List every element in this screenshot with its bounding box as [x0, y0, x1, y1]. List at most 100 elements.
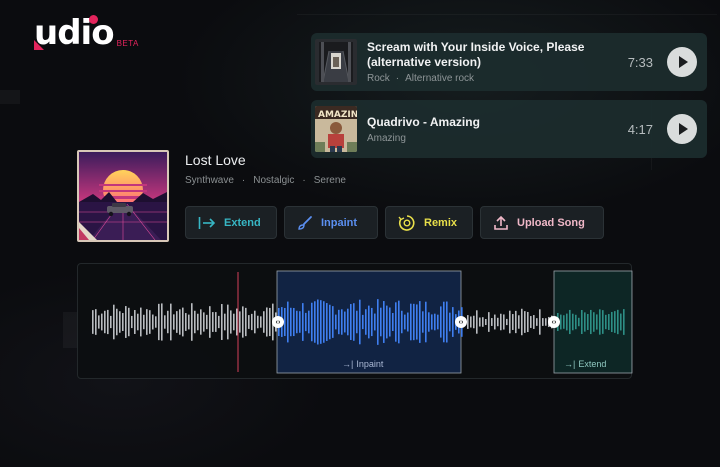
waveform-bar: [329, 304, 331, 340]
waveform-bar: [605, 314, 607, 330]
song-duration: 4:17: [627, 121, 653, 137]
album-art: AMAZING: [315, 106, 357, 152]
upload-song-button[interactable]: Upload Song: [480, 206, 604, 239]
waveform-bar: [101, 313, 103, 331]
track-title[interactable]: Lost Love: [185, 152, 246, 168]
inpaint-start-handle[interactable]: ‹›: [272, 316, 284, 328]
waveform-bar: [176, 311, 178, 333]
waveform-bar: [242, 306, 244, 338]
waveform-bar: [620, 313, 622, 331]
track-tags: Synthwave · Nostalgic · Serene: [185, 175, 346, 186]
inpaint-label: Inpaint: [321, 216, 358, 229]
waveform-bar: [413, 303, 415, 341]
album-art: [315, 39, 357, 85]
song-tags: Rock · Alternative rock: [367, 73, 605, 84]
tag[interactable]: Amazing: [367, 133, 406, 144]
waveform-bar: [485, 318, 487, 326]
waveform-bar: [167, 310, 169, 334]
track-cover-art: [77, 150, 169, 242]
waveform-bar: [308, 310, 310, 334]
waveform-bar: [284, 307, 286, 337]
waveform-bar: [566, 313, 568, 331]
song-title[interactable]: Scream with Your Inside Voice, Please (a…: [367, 40, 605, 70]
song-info: Scream with Your Inside Voice, Please (a…: [367, 40, 605, 84]
extend-arrow-icon: →|: [342, 359, 354, 369]
waveform-bar: [119, 311, 121, 333]
waveform-bar: [563, 315, 565, 329]
beta-badge: BETA: [116, 39, 139, 48]
waveform-bar: [533, 315, 535, 329]
waveform-bar: [509, 310, 511, 334]
tag[interactable]: Rock: [367, 73, 390, 84]
waveform-bar: [341, 309, 343, 335]
decor-block: [0, 90, 20, 104]
waveform-bar: [113, 304, 115, 340]
udio-logo[interactable]: udio BETA: [34, 15, 139, 50]
extend-icon: [198, 216, 216, 229]
waveform-bar: [314, 301, 316, 343]
waveform-bar: [389, 307, 391, 337]
waveform-bar: [494, 314, 496, 330]
waveform-bar: [572, 313, 574, 331]
waveform-bar: [326, 303, 328, 341]
waveform-bar: [200, 309, 202, 335]
logo-dot: [89, 15, 98, 24]
waveform-bar: [404, 314, 406, 330]
waveform-bar: [602, 310, 604, 334]
extend-button[interactable]: Extend: [185, 206, 277, 239]
song-card[interactable]: Scream with Your Inside Voice, Please (a…: [311, 33, 707, 91]
waveform-bar: [188, 314, 190, 330]
remix-icon: [398, 214, 415, 231]
song-card[interactable]: AMAZING Quadrivo - Amazing Amazing 4:17: [311, 100, 707, 158]
extend-start-handle[interactable]: ‹›: [548, 316, 560, 328]
waveform-bar: [290, 307, 292, 337]
waveform-bar: [353, 303, 355, 341]
waveform-bar: [137, 313, 139, 331]
tag[interactable]: Serene: [314, 175, 346, 186]
waveform-bar: [395, 302, 397, 342]
remix-label: Remix: [424, 216, 458, 229]
waveform-bar: [437, 314, 439, 330]
waveform-bar: [608, 314, 610, 330]
upload-song-label: Upload Song: [517, 216, 585, 229]
song-title[interactable]: Quadrivo - Amazing: [367, 115, 605, 130]
waveform-bar: [179, 309, 181, 335]
waveform-bar: [467, 315, 469, 329]
waveform-bar: [365, 309, 367, 335]
waveform-bar: [503, 314, 505, 330]
waveform-bar: [359, 299, 361, 345]
waveform-bar: [536, 318, 538, 326]
waveform-bar: [203, 312, 205, 332]
waveform-bar: [560, 314, 562, 330]
waveform-bar: [452, 307, 454, 337]
waveform-bar: [401, 310, 403, 334]
waveform-editor[interactable]: ‹› ‹› ‹› →| Inpaint →| Extend: [77, 263, 633, 379]
waveform-bar: [269, 307, 271, 337]
tag[interactable]: Nostalgic: [253, 175, 294, 186]
remix-button[interactable]: Remix: [385, 206, 473, 239]
waveform-bar: [236, 308, 238, 336]
waveform-bar: [569, 309, 571, 335]
waveform-bar: [527, 311, 529, 333]
play-button[interactable]: [667, 114, 697, 144]
waveform-bar: [362, 314, 364, 330]
waveform-bar: [446, 301, 448, 343]
waveform-bar: [581, 310, 583, 334]
waveform-bar: [212, 312, 214, 332]
inpaint-end-handle[interactable]: ‹›: [455, 316, 467, 328]
tag-separator: ·: [241, 175, 246, 186]
tag[interactable]: Alternative rock: [405, 73, 474, 84]
waveform-bar: [287, 301, 289, 343]
extend-label: Extend: [224, 216, 261, 229]
waveform-bar: [110, 315, 112, 329]
tag[interactable]: Synthwave: [185, 175, 234, 186]
waveform-bar: [206, 314, 208, 330]
waveform-bar: [482, 317, 484, 327]
play-button[interactable]: [667, 47, 697, 77]
waveform-bar: [380, 307, 382, 337]
waveform-bar: [356, 310, 358, 334]
waveform-bar: [185, 313, 187, 331]
waveform-bar: [425, 301, 427, 343]
inpaint-button[interactable]: Inpaint: [284, 206, 378, 239]
extend-segment-label: →| Extend: [564, 359, 607, 369]
